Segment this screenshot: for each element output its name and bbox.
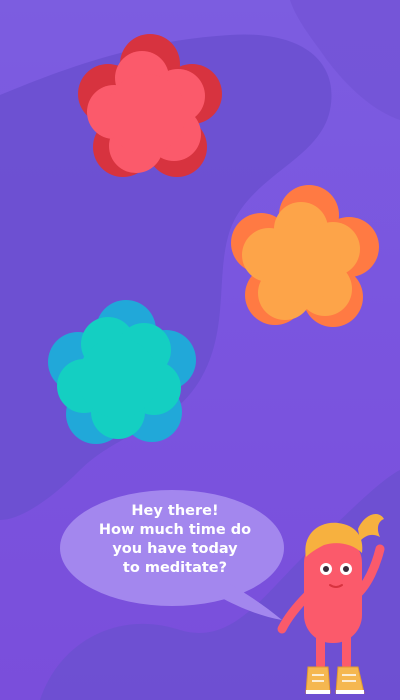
time-option-red-flower[interactable] bbox=[74, 34, 226, 184]
time-option-teal-flower[interactable] bbox=[46, 300, 198, 450]
speech-line: How much time do bbox=[98, 522, 252, 538]
speech-line: to meditate? bbox=[122, 560, 228, 576]
meditation-time-screen: Hey there! How much time do you have tod… bbox=[0, 0, 400, 700]
speech-text: Hey there! How much time do you have tod… bbox=[70, 502, 280, 578]
speech-line: you have today bbox=[112, 541, 238, 557]
time-option-orange-flower[interactable] bbox=[229, 185, 381, 335]
mascot-ponytail bbox=[358, 514, 384, 541]
mascot-character bbox=[272, 505, 400, 700]
speech-bubble: Hey there! How much time do you have tod… bbox=[60, 488, 290, 623]
mascot-right-shoe bbox=[335, 666, 365, 694]
mascot-left-shoe bbox=[305, 666, 331, 694]
speech-line: Hey there! bbox=[131, 503, 219, 519]
